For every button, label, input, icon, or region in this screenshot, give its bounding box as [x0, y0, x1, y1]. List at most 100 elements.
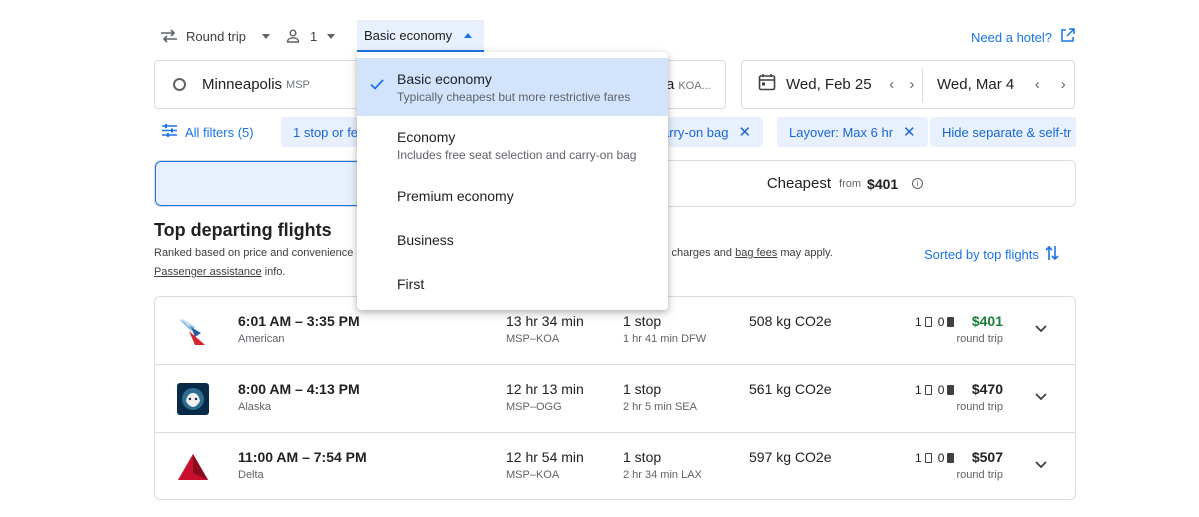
sort-button[interactable]: Sorted by top flights [924, 245, 1059, 264]
caret-icon [327, 33, 336, 39]
flight-route: MSP–KOA [506, 469, 560, 481]
return-date-field[interactable]: Wed, Mar 4 ‹ › [922, 67, 1076, 102]
passenger-selector[interactable]: 1 [286, 20, 336, 52]
cheapest-label: Cheapest [766, 175, 832, 192]
caret-icon [261, 33, 270, 39]
chevron-right-icon[interactable]: › [902, 72, 922, 98]
flight-stops: 1 stop [623, 313, 662, 329]
flight-route: MSP–OGG [506, 401, 562, 413]
flight-emissions: 508 kg CO2e [749, 313, 832, 329]
close-icon[interactable]: ✕ [738, 123, 751, 141]
airline-name: Delta [238, 469, 264, 481]
filter-chip-label: Layover: Max 6 hr [789, 124, 894, 140]
alaska-logo [175, 381, 211, 417]
filter-chip-label: arry-on bag [662, 124, 729, 140]
hotel-link-label: Need a hotel? [971, 29, 1052, 45]
flight-emissions: 597 kg CO2e [749, 449, 832, 465]
need-hotel-link[interactable]: Need a hotel? [971, 28, 1075, 46]
expand-icon[interactable] [1033, 321, 1049, 337]
trip-type-selector[interactable]: Round trip [160, 20, 270, 52]
checked-count: 0 [937, 315, 945, 329]
section-title: Top departing flights [154, 220, 332, 240]
checked-bag-icon [947, 453, 955, 463]
depart-date-field[interactable]: Wed, Feb 25 ‹ › [742, 61, 922, 108]
bag-allowance: 1 0 [915, 315, 955, 329]
charges-note: l charges and bag fees may apply. [666, 247, 833, 259]
cabin-option-first[interactable]: First [357, 262, 668, 306]
calendar-icon [758, 73, 776, 96]
flight-row[interactable]: 8:00 AM – 4:13 PM Alaska 12 hr 13 min MS… [155, 365, 1075, 433]
carry-on-bag-icon [924, 317, 932, 327]
sorted-by-label: Sorted by top flights [924, 247, 1039, 262]
flight-times: 6:01 AM – 3:35 PM [238, 313, 360, 329]
checked-bag-icon [947, 385, 955, 395]
checked-count: 0 [937, 383, 945, 397]
airline-name: American [238, 333, 285, 345]
chevron-right-icon[interactable]: › [1050, 72, 1076, 98]
flight-stops: 1 stop [623, 449, 662, 465]
cheapest-from: from [839, 177, 862, 190]
cabin-option-business[interactable]: Business [357, 218, 668, 262]
origin-city: Minneapolis [202, 76, 283, 93]
filter-chip-layover[interactable]: Layover: Max 6 hr ✕ [777, 117, 928, 147]
carry-on-bag-icon [924, 385, 932, 395]
cabin-option-economy[interactable]: Economy Includes free seat selection and… [357, 116, 668, 174]
all-filters-button[interactable]: All filters (5) [162, 117, 254, 147]
trip-type-note: round trip [956, 401, 1003, 413]
flight-route: MSP–KOA [506, 333, 560, 345]
trip-type-note: round trip [956, 333, 1003, 345]
destination-input[interactable]: a KOA... [666, 76, 711, 93]
bag-fees-link[interactable]: bag fees [735, 247, 777, 259]
bag-allowance: 1 0 [915, 383, 955, 397]
carry-on-count: 1 [915, 383, 922, 397]
flight-times: 8:00 AM – 4:13 PM [238, 381, 360, 397]
info-icon[interactable]: i [912, 178, 924, 189]
close-icon[interactable]: ✕ [903, 123, 916, 141]
external-link-icon [1060, 28, 1075, 46]
checked-count: 0 [937, 451, 945, 465]
flight-price: $401 [971, 313, 1003, 329]
cheapest-price: $401 [867, 175, 899, 192]
cabin-option-basic-economy[interactable]: Basic economy Typically cheapest but mor… [357, 58, 668, 116]
origin-code: MSP [286, 78, 310, 91]
carry-on-count: 1 [915, 315, 922, 329]
flight-times: 11:00 AM – 7:54 PM [238, 449, 367, 465]
cabin-option-label: Business [397, 232, 454, 248]
filter-chip-separate-tickets[interactable]: Hide separate & self-tr [930, 117, 1076, 147]
assistance-note: Passenger assistance info. [154, 266, 285, 278]
checked-bag-icon [947, 317, 955, 327]
flight-list: 6:01 AM – 3:35 PM American 13 hr 34 min … [154, 296, 1076, 500]
cabin-option-premium-economy[interactable]: Premium economy [357, 174, 668, 218]
american-logo [175, 313, 211, 349]
filter-chip-label: 1 stop or fe [293, 124, 359, 140]
swap-icon [160, 29, 178, 43]
flight-price: $470 [971, 381, 1003, 397]
bag-allowance: 1 0 [915, 451, 955, 465]
flight-layover: 2 hr 5 min SEA [623, 401, 697, 413]
person-icon [286, 29, 300, 43]
flight-price: $507 [971, 449, 1003, 465]
flight-emissions: 561 kg CO2e [749, 381, 832, 397]
destination-code: KOA... [678, 80, 711, 92]
delta-logo [175, 449, 211, 485]
chevron-left-icon[interactable]: ‹ [882, 72, 902, 98]
flight-row[interactable]: 11:00 AM – 7:54 PM Delta 12 hr 54 min MS… [155, 433, 1075, 499]
filter-chip-bags[interactable]: arry-on bag ✕ [654, 117, 764, 147]
check-icon [370, 77, 384, 95]
charges-prefix: l charges and [666, 247, 733, 259]
cabin-option-description: Includes free seat selection and carry-o… [397, 147, 637, 162]
caret-up-icon [464, 32, 473, 38]
cabin-class-selector[interactable]: Basic economy [357, 20, 484, 52]
expand-icon[interactable] [1033, 457, 1049, 473]
cabin-option-description: Typically cheapest but more restrictive … [397, 89, 631, 104]
cabin-option-label: First [397, 276, 425, 292]
cabin-class-menu: Basic economy Typically cheapest but mor… [357, 52, 668, 310]
trip-type-note: round trip [956, 469, 1003, 481]
flight-duration: 12 hr 13 min [506, 381, 584, 397]
tab-cheapest[interactable]: Cheapest from $401 i [615, 161, 1075, 206]
passenger-assistance-link[interactable]: Passenger assistance [154, 266, 262, 278]
expand-icon[interactable] [1033, 389, 1049, 405]
date-picker[interactable]: Wed, Feb 25 ‹ › Wed, Mar 4 ‹ › [741, 60, 1075, 109]
chevron-left-icon[interactable]: ‹ [1024, 72, 1050, 98]
charges-suffix: may apply. [780, 247, 833, 259]
